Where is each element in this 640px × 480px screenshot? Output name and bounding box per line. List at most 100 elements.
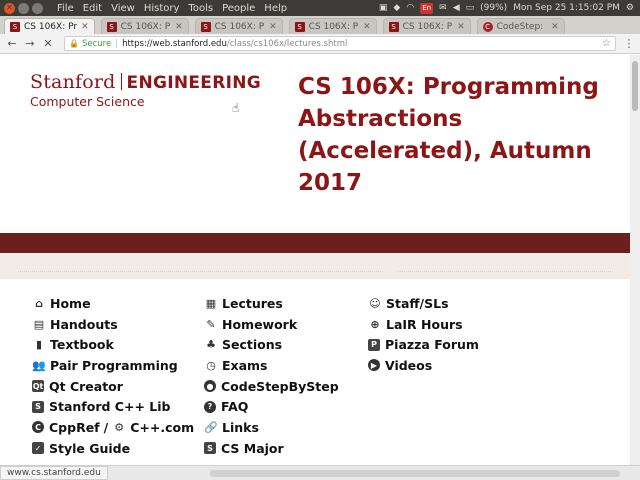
nav-label: Links — [222, 419, 259, 435]
nav-exams[interactable]: ◷ Exams — [204, 355, 368, 376]
nav-label: Exams — [222, 357, 268, 373]
menu-history[interactable]: History — [144, 3, 180, 14]
tab-close-icon[interactable]: ✕ — [171, 22, 183, 32]
header-band — [0, 233, 630, 253]
nav-label: Piazza Forum — [385, 337, 479, 353]
nav-piazza[interactable]: P Piazza Forum — [368, 334, 568, 355]
volume-icon[interactable]: ◀ — [453, 3, 460, 13]
nav-label-2[interactable]: C++.com — [130, 420, 194, 435]
wifi-icon[interactable]: ◠ — [406, 3, 414, 13]
tab-strip: S CS 106X: Pr ✕ S CS 106X: P ✕ S CS 106X… — [0, 16, 640, 34]
bookmark-star-icon[interactable]: ☆ — [602, 38, 611, 49]
nav-homework[interactable]: ✎ Homework — [204, 314, 368, 335]
nav-label: CppRef — [49, 419, 100, 435]
tab-title: CodeStep: — [496, 21, 544, 32]
nav-label: Lectures — [222, 295, 283, 311]
nav-label: Videos — [385, 357, 433, 373]
nav-links: ⌂ Home ▤ Handouts ▮ Textbook 👥 Pair Programm… — [32, 293, 568, 459]
link-icon: 🔗 — [204, 420, 218, 434]
tab-close-icon[interactable]: ✕ — [547, 22, 559, 32]
page-title: CS 106X: Programming Abstractions (Accel… — [298, 74, 599, 196]
url-path: /class/cs106x/lectures.shtml — [226, 38, 348, 49]
nav-codestepbystep[interactable]: ● CodeStepByStep — [204, 376, 368, 397]
users-icon: 👥 — [32, 358, 46, 372]
browser-menu-icon[interactable]: ⋮ — [622, 37, 636, 50]
nav-stanford-cpp-lib[interactable]: S Stanford C++ Lib — [32, 396, 204, 417]
tree-icon: ♣ — [206, 338, 216, 352]
settings-gear-icon[interactable]: ⚙ — [626, 3, 634, 13]
nav-label: Handouts — [50, 316, 118, 332]
clock[interactable]: Mon Sep 25 1:15:02 PM — [513, 3, 620, 13]
tab-cs106x-3[interactable]: S CS 106X: P ✕ — [194, 18, 283, 34]
nav-style-guide[interactable]: ✓ Style Guide — [32, 438, 204, 459]
stop-loading-icon[interactable]: ✕ — [40, 36, 56, 52]
stanford-favicon-icon: S — [388, 21, 399, 32]
menu-edit[interactable]: Edit — [83, 3, 102, 14]
nav-lair-hours[interactable]: ⊕ LaIR Hours — [368, 314, 568, 335]
status-bar: www.cs.stanford.edu — [0, 465, 640, 480]
window-maximize-button[interactable] — [32, 2, 43, 14]
menu-help[interactable]: Help — [264, 3, 287, 14]
nav-cppref[interactable]: C CppRef / ⚙ C++.com — [32, 417, 204, 438]
nav-pair-programming[interactable]: 👥 Pair Programming — [32, 355, 204, 376]
tab-close-icon[interactable]: ✕ — [77, 22, 89, 32]
nav-home[interactable]: ⌂ Home — [32, 293, 204, 314]
stanford-favicon-icon: S — [294, 21, 305, 32]
nav-links[interactable]: 🔗 Links — [204, 417, 368, 438]
battery-icon[interactable]: ▭ — [466, 3, 475, 13]
menu-file[interactable]: File — [57, 3, 74, 14]
address-bar[interactable]: 🔒 Secure | https://web.stanford.edu /cla… — [64, 36, 616, 51]
question-icon: ? — [204, 400, 216, 413]
vertical-scrollbar[interactable] — [630, 55, 640, 465]
tab-close-icon[interactable]: ✕ — [359, 22, 371, 32]
nav-textbook[interactable]: ▮ Textbook — [32, 334, 204, 355]
nav-cs-major[interactable]: S CS Major — [204, 438, 368, 459]
tab-close-icon[interactable]: ✕ — [265, 22, 277, 32]
link-separator: / — [103, 419, 109, 435]
tab-codestep[interactable]: C CodeStep: ✕ — [476, 18, 565, 34]
menu-tools[interactable]: Tools — [188, 3, 213, 14]
lifebuoy-icon: ⊕ — [370, 317, 380, 331]
keyboard-layout-icon[interactable]: En — [420, 2, 434, 14]
tab-cs106x-2[interactable]: S CS 106X: P ✕ — [100, 18, 189, 34]
nav-label: CS Major — [221, 440, 284, 456]
nav-staff[interactable]: ☺ Staff/SLs — [368, 293, 568, 314]
nav-label: Pair Programming — [50, 357, 178, 373]
stanford-favicon-icon: S — [200, 21, 211, 32]
stanford-engineering-logo[interactable]: Stanford ENGINEERING Computer Science — [30, 71, 261, 109]
nav-videos[interactable]: ▶ Videos — [368, 355, 568, 376]
tab-close-icon[interactable]: ✕ — [453, 22, 465, 32]
secure-label: Secure — [81, 38, 112, 49]
forward-arrow-icon[interactable]: → — [22, 36, 38, 52]
nav-qt-creator[interactable]: Qt Qt Creator — [32, 376, 204, 397]
tab-cs106x-active[interactable]: S CS 106X: Pr ✕ — [4, 18, 95, 34]
codestep-icon: ● — [204, 380, 216, 393]
nav-lectures[interactable]: ▦ Lectures — [204, 293, 368, 314]
nav-handouts[interactable]: ▤ Handouts — [32, 314, 204, 335]
nav-label: Homework — [222, 316, 298, 332]
horizontal-scrollbar[interactable] — [210, 470, 620, 477]
mail-icon[interactable]: ✉ — [439, 3, 447, 13]
window-close-button[interactable]: ✕ — [4, 2, 15, 14]
lock-icon: 🔒 — [69, 39, 79, 48]
app-menu: File Edit View History Tools People Help — [57, 3, 296, 14]
window-minimize-button[interactable] — [18, 2, 29, 14]
address-separator: | — [115, 38, 119, 49]
nav-label: Sections — [222, 337, 283, 353]
nav-faq[interactable]: ? FAQ — [204, 396, 368, 417]
back-arrow-icon[interactable]: ← — [4, 36, 20, 52]
header-subband — [0, 253, 630, 279]
stanford-favicon-icon: S — [106, 21, 117, 32]
tab-cs106x-5[interactable]: S CS 106X: P ✕ — [382, 18, 471, 34]
nav-sections[interactable]: ♣ Sections — [204, 334, 368, 355]
clipboard-icon[interactable]: ▣ — [379, 3, 388, 13]
menu-people[interactable]: People — [222, 3, 255, 14]
logo-divider — [120, 73, 122, 90]
scrollbar-thumb[interactable] — [632, 61, 638, 111]
play-icon: ▶ — [368, 359, 380, 372]
dropbox-icon[interactable]: ◆ — [393, 3, 400, 13]
hand-cursor-icon: ☝ — [232, 101, 240, 115]
menu-view[interactable]: View — [111, 3, 135, 14]
nav-label: LaIR Hours — [386, 316, 463, 332]
tab-cs106x-4[interactable]: S CS 106X: P ✕ — [288, 18, 377, 34]
